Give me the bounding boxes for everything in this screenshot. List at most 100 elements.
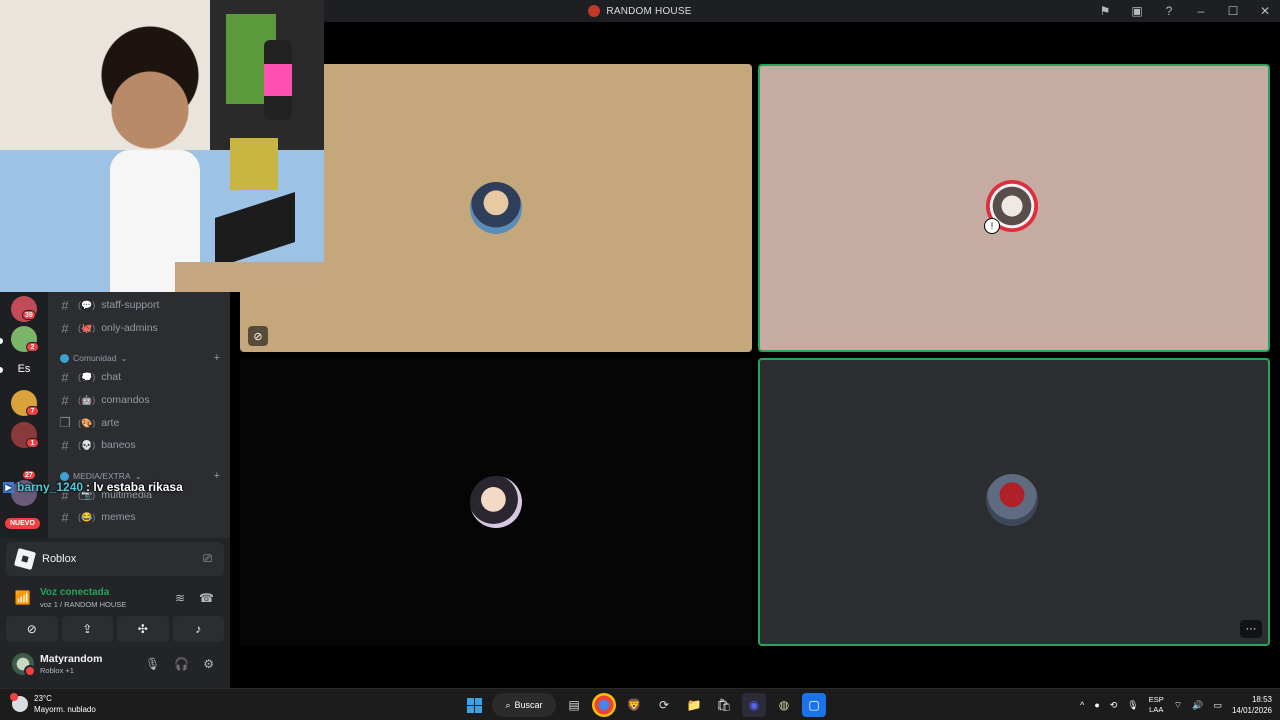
username[interactable]: Matyrandom bbox=[40, 653, 102, 665]
app-icon[interactable]: ◍ bbox=[772, 693, 796, 717]
channel-memes[interactable]: # (😂) memes bbox=[58, 507, 226, 527]
forum-icon: ❐ bbox=[59, 415, 71, 430]
participant-tile-2[interactable]: ! bbox=[758, 64, 1270, 352]
unread-badge: 7 bbox=[26, 406, 39, 416]
chat-platform-icon: ▶ bbox=[3, 481, 14, 493]
channel-chat[interactable]: # (💭) chat bbox=[58, 367, 226, 387]
volume-icon[interactable]: 🔊 bbox=[1192, 700, 1203, 711]
unread-badge: 1 bbox=[26, 438, 39, 448]
channel-label: staff-support bbox=[101, 299, 160, 311]
poster-image bbox=[230, 138, 278, 190]
taskbar-search[interactable]: ⌕ Buscar bbox=[492, 693, 556, 717]
taskbar: 23°C Mayorm. nublado ⌕ Buscar ▤ 🦁 ⟳ 📁 🛍 … bbox=[0, 688, 1280, 720]
clock-time: 18:53 bbox=[1251, 695, 1272, 704]
more-options-button[interactable]: ··· bbox=[1240, 620, 1262, 638]
participant-avatar bbox=[986, 474, 1038, 526]
app-icon[interactable]: ⟳ bbox=[652, 693, 676, 717]
screen-share-button[interactable]: ⇪ bbox=[61, 616, 113, 642]
language-code: ESP bbox=[1148, 695, 1164, 704]
channel-baneos[interactable]: # (💀) baneos bbox=[58, 435, 226, 455]
store-icon[interactable]: 🛍 bbox=[712, 693, 736, 717]
title-bar-controls: ⚑ ▣ ? – ☐ ✕ bbox=[1098, 0, 1272, 22]
channel-arte[interactable]: ❐ (🎨) arte bbox=[58, 413, 226, 433]
add-channel-icon[interactable]: + bbox=[214, 470, 220, 482]
clock[interactable]: 18:53 14/01/2026 bbox=[1232, 694, 1272, 716]
headphones-icon[interactable]: 🎧 bbox=[174, 657, 189, 671]
hash-icon: # bbox=[61, 437, 69, 453]
window-title-group: RANDOM HOUSE bbox=[588, 5, 691, 17]
screen-share-icon[interactable]: ⎚ bbox=[203, 553, 212, 566]
chevron-down-icon: ⌄ bbox=[120, 352, 128, 363]
server-rail: 39 2 Es 7 1 27 NUEVO bbox=[0, 292, 48, 542]
participant-tile-3[interactable] bbox=[240, 358, 752, 646]
channel-label: chat bbox=[101, 371, 122, 383]
close-icon[interactable]: ✕ bbox=[1258, 4, 1272, 18]
channel-list: # (💬) staff-support # (🐙) only-admins Co… bbox=[48, 292, 230, 542]
signal-icon[interactable]: 📶 bbox=[14, 590, 32, 606]
camera-toggle-button[interactable]: ⊘ bbox=[6, 616, 58, 642]
activity-name: Roblox bbox=[42, 553, 77, 565]
start-button[interactable] bbox=[462, 693, 486, 717]
inbox-icon[interactable]: ▣ bbox=[1130, 4, 1144, 18]
channel-staff-support[interactable]: # (💬) staff-support bbox=[58, 295, 226, 315]
voice-connected-label[interactable]: Voz conectada bbox=[40, 587, 126, 598]
gear-icon[interactable]: ⚙ bbox=[203, 657, 214, 671]
tray-app-icon[interactable]: ● bbox=[1094, 700, 1099, 710]
chrome-icon[interactable] bbox=[592, 693, 616, 717]
channel-label: only-admins bbox=[101, 322, 158, 334]
noise-suppression-icon[interactable]: ≋ bbox=[175, 591, 185, 605]
participant-tile-4[interactable]: ··· bbox=[758, 358, 1270, 646]
server-es[interactable]: Es bbox=[11, 356, 37, 382]
channel-label: memes bbox=[101, 511, 136, 523]
hash-icon: # bbox=[61, 392, 69, 408]
tray-app-icon[interactable]: ⟲ bbox=[1110, 700, 1118, 711]
system-tray: ^ ● ⟲ 🎙 ESP LAA ⌔ 🔊 ▭ 18:53 14/01/2026 bbox=[1080, 689, 1272, 720]
wifi-icon[interactable]: ⌔ bbox=[1174, 700, 1182, 711]
task-view-icon[interactable]: ▤ bbox=[562, 693, 586, 717]
microphone-icon[interactable]: 🎙 bbox=[1127, 700, 1138, 711]
discord-icon[interactable]: ◉ bbox=[742, 693, 766, 717]
brave-icon[interactable]: 🦁 bbox=[622, 693, 646, 717]
webcam-overlay bbox=[0, 0, 324, 292]
roblox-icon bbox=[13, 547, 37, 571]
activities-button[interactable]: ✣ bbox=[117, 616, 169, 642]
hash-icon: # bbox=[61, 509, 69, 525]
chat-username: barny_1240 bbox=[17, 480, 84, 494]
user-status: Roblox +1 bbox=[40, 666, 74, 675]
minimize-icon[interactable]: – bbox=[1194, 4, 1208, 18]
battery-icon[interactable]: ▭ bbox=[1213, 700, 1222, 711]
add-channel-icon[interactable]: + bbox=[214, 352, 220, 364]
channel-emoji: (🐙) bbox=[78, 322, 96, 333]
search-label: Buscar bbox=[514, 700, 543, 710]
voice-channel-label[interactable]: voz 1 / RANDOM HOUSE bbox=[40, 600, 126, 609]
channel-emoji: (💬) bbox=[78, 299, 96, 310]
app-icon[interactable]: ▢ bbox=[802, 693, 826, 717]
weather-desc: Mayorm. nublado bbox=[34, 705, 96, 714]
weather-widget[interactable]: 23°C Mayorm. nublado bbox=[10, 693, 96, 715]
help-icon[interactable]: ? bbox=[1162, 4, 1176, 18]
disconnect-icon[interactable]: ☎ bbox=[199, 591, 214, 605]
globe-icon bbox=[60, 353, 69, 363]
clock-date: 14/01/2026 bbox=[1231, 706, 1272, 715]
avatar[interactable] bbox=[12, 653, 36, 677]
chevron-up-icon[interactable]: ^ bbox=[1080, 700, 1084, 710]
file-explorer-icon[interactable]: 📁 bbox=[682, 693, 706, 717]
keyboard-image bbox=[215, 192, 295, 268]
maximize-icon[interactable]: ☐ bbox=[1226, 4, 1240, 18]
activity-card[interactable]: Roblox ⎚ bbox=[6, 542, 224, 576]
category-label: Comunidad bbox=[73, 353, 117, 363]
flag-icon[interactable]: ⚑ bbox=[1098, 4, 1112, 18]
desk-image bbox=[175, 262, 324, 292]
channel-emoji: (😂) bbox=[78, 511, 96, 522]
language-indicator[interactable]: ESP LAA bbox=[1149, 695, 1164, 715]
microphone-icon[interactable]: 🎙 bbox=[145, 657, 160, 671]
voice-status: 📶 Voz conectada voz 1 / RANDOM HOUSE ≋ ☎ bbox=[6, 580, 224, 616]
category-comunidad[interactable]: Comunidad ⌄ + bbox=[60, 350, 220, 366]
channel-comandos[interactable]: # (🤖) comandos bbox=[58, 390, 226, 410]
new-badge[interactable]: NUEVO bbox=[5, 518, 40, 529]
channel-only-admins[interactable]: # (🐙) only-admins bbox=[58, 318, 226, 338]
windows-icon bbox=[466, 697, 482, 713]
unread-badge: 39 bbox=[22, 310, 36, 320]
soundboard-button[interactable]: ♪ bbox=[172, 616, 224, 642]
channel-label: baneos bbox=[101, 439, 136, 451]
